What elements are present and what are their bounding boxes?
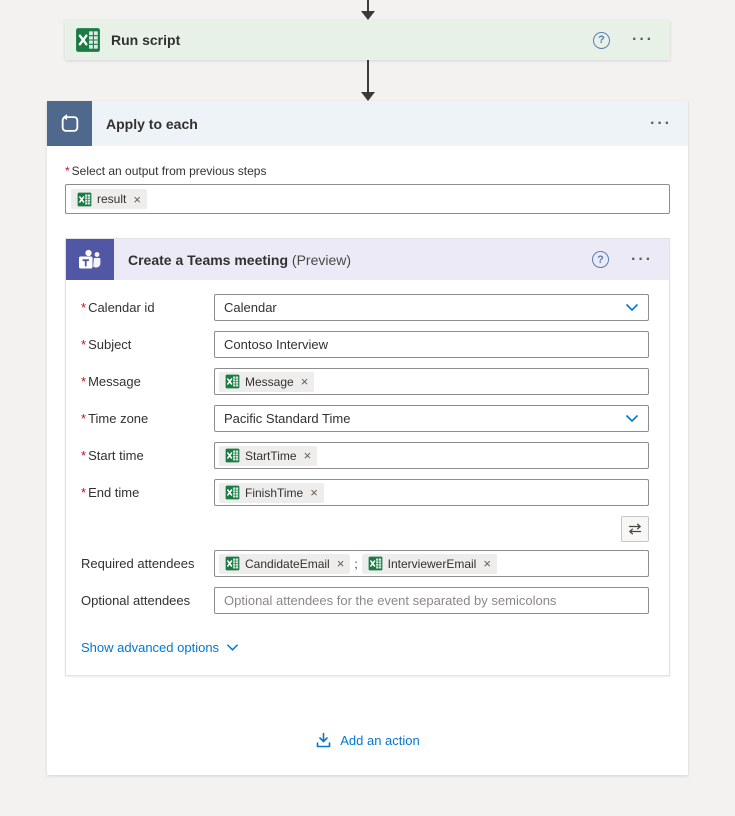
add-action-label: Add an action [340,733,420,748]
switch-row [66,516,649,542]
chevron-down-icon [625,303,639,312]
start-time-input[interactable]: StartTime × [214,442,649,469]
flow-canvas: Run script ? ··· Apply to each ··· * Sel… [0,0,735,816]
time-zone-select[interactable]: Pacific Standard Time [214,405,649,432]
connector-line [366,60,369,93]
chevron-down-icon [625,414,639,423]
token-label: CandidateEmail [245,556,330,571]
message-row: * Message Message × [81,368,649,395]
excel-icon [225,485,240,500]
menu-ellipsis-icon[interactable]: ··· [631,251,653,268]
menu-ellipsis-icon[interactable]: ··· [632,32,654,48]
close-icon[interactable]: × [310,485,318,500]
add-action-icon [315,732,332,749]
end-time-input[interactable]: FinishTime × [214,479,649,506]
arrowhead-icon [360,11,375,20]
swap-arrows-icon [628,523,642,535]
output-from-previous-steps-input[interactable]: result × [65,184,670,214]
time-zone-label: * Time zone [81,411,149,426]
close-icon[interactable]: × [483,556,491,571]
arrowhead-icon [360,92,375,101]
teams-title-text: Create a Teams meeting [128,251,289,268]
required-attendees-input[interactable]: CandidateEmail × ; InterviewerEmail × [214,550,649,577]
semicolon-separator: ; [354,556,358,571]
switch-input-mode-button[interactable] [621,516,649,542]
connector-arrow [0,60,735,101]
teams-icon [66,239,114,280]
run-script-title: Run script [111,32,181,48]
token-label: Message [245,374,294,389]
required-asterisk: * [81,337,87,352]
token-label: StartTime [245,448,297,463]
excel-icon [368,556,383,571]
apply-to-each-loop-icon [47,101,92,146]
select-value: Calendar [224,300,277,315]
required-asterisk: * [81,300,87,315]
select-output-label: * Select an output from previous steps [65,164,670,178]
required-asterisk: * [81,374,87,389]
show-advanced-label: Show advanced options [81,640,220,655]
end-time-row: * End time FinishTime × [81,479,649,506]
apply-to-each-body: * Select an output from previous steps r… [47,164,688,749]
select-value: Pacific Standard Time [224,411,351,426]
subject-row: * Subject [81,331,649,358]
teams-meeting-title: Create a Teams meeting (Preview) [128,252,351,268]
teams-meeting-header[interactable]: Create a Teams meeting (Preview) ? ··· [66,239,669,280]
subject-input[interactable] [214,331,649,358]
apply-to-each-header[interactable]: Apply to each ··· [47,101,688,146]
help-icon[interactable]: ? [592,251,610,268]
show-advanced-options-link[interactable]: Show advanced options [81,640,239,655]
help-icon[interactable]: ? [593,31,611,49]
subject-label: * Subject [81,337,132,352]
start-time-label: * Start time [81,448,144,463]
required-asterisk: * [81,448,87,463]
calendar-id-row: * Calendar id Calendar [81,294,649,321]
time-zone-row: * Time zone Pacific Standard Time [81,405,649,432]
excel-icon [75,27,101,53]
token-chip-finishtime[interactable]: FinishTime × [219,482,324,503]
token-chip-candidateemail[interactable]: CandidateEmail × [219,553,351,574]
token-chip-message[interactable]: Message × [219,371,315,392]
message-input[interactable]: Message × [214,368,649,395]
connector-arrow [0,0,735,20]
calendar-id-select[interactable]: Calendar [214,294,649,321]
close-icon[interactable]: × [133,192,141,207]
teams-meeting-card: Create a Teams meeting (Preview) ? ··· *… [65,238,670,676]
message-label: * Message [81,374,141,389]
excel-icon [225,556,240,571]
menu-ellipsis-icon[interactable]: ··· [650,115,672,132]
add-action-button[interactable]: Add an action [315,732,420,749]
required-attendees-row: Required attendees CandidateEmail × ; In… [81,550,649,577]
chevron-down-icon [226,643,239,652]
excel-icon [225,448,240,463]
teams-meeting-form: * Calendar id Calendar * Subject Contoso… [66,280,669,675]
apply-to-each-title: Apply to each [106,115,198,132]
required-asterisk: * [81,411,87,426]
excel-icon [225,374,240,389]
required-asterisk: * [81,485,87,500]
run-script-card[interactable]: Run script ? ··· [65,20,670,60]
token-label: result [97,192,127,206]
select-output-label-text: Select an output from previous steps [71,164,267,178]
required-attendees-label: Required attendees [81,556,195,571]
token-chip-intervieweremail[interactable]: InterviewerEmail × [361,553,497,574]
end-time-label: * End time [81,485,140,500]
required-asterisk: * [65,164,70,178]
token-chip-result[interactable]: result × [71,189,147,209]
optional-attendees-label: Optional attendees [81,593,191,608]
optional-attendees-input[interactable] [214,587,649,614]
token-chip-starttime[interactable]: StartTime × [219,445,318,466]
token-label: FinishTime [245,485,304,500]
close-icon[interactable]: × [301,374,309,389]
optional-attendees-row: Optional attendees [81,587,649,614]
close-icon[interactable]: × [304,448,312,463]
token-label: InterviewerEmail [387,556,477,571]
calendar-id-label: * Calendar id [81,300,155,315]
preview-badge: (Preview) [291,251,352,268]
apply-to-each-scope: Apply to each ··· * Select an output fro… [47,101,688,775]
excel-icon [77,192,92,207]
start-time-row: * Start time StartTime × [81,442,649,469]
close-icon[interactable]: × [337,556,345,571]
